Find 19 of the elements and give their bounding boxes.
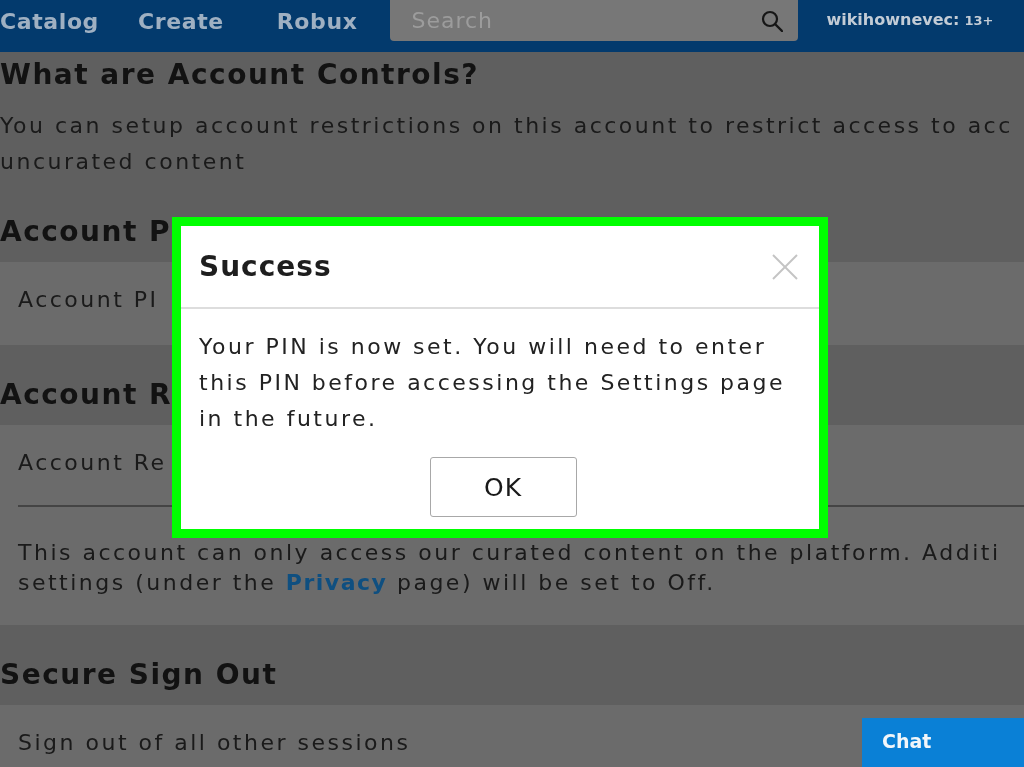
username[interactable]: wikihownevec: (826, 9, 960, 31)
age-label: 13+ (964, 12, 994, 30)
setting-label: Account PI (18, 286, 159, 314)
search-icon[interactable] (761, 10, 784, 32)
ok-button[interactable]: OK (429, 457, 577, 517)
nav-link[interactable]: Catalog (0, 9, 99, 35)
nav-link[interactable]: Create (137, 9, 224, 35)
chat-button[interactable]: Chat (862, 718, 1024, 767)
section-heading: Account R (0, 377, 173, 413)
section-heading: Secure Sign Out (0, 657, 278, 693)
setting-label: Account Re (18, 449, 167, 477)
dialog-message: Your PIN is now set. You will need to enter this PIN before accessing the Settings page in the future. (199, 333, 787, 433)
dialog-title: Success (199, 250, 332, 283)
section-heading: Account P (0, 214, 172, 250)
intro-paragraph: You can setup account restrictions on this account to restrict access to acc uncurated content (0, 112, 1014, 176)
restriction-note: This account can only access our curated content on the platform. Additi settings (under the Privacy page) will be set to Off. (18, 539, 1002, 597)
setting-label: Sign out of all other sessions (18, 729, 411, 757)
nav-link[interactable]: Robux (276, 9, 358, 35)
section-heading: What are Account Controls? (0, 57, 480, 93)
